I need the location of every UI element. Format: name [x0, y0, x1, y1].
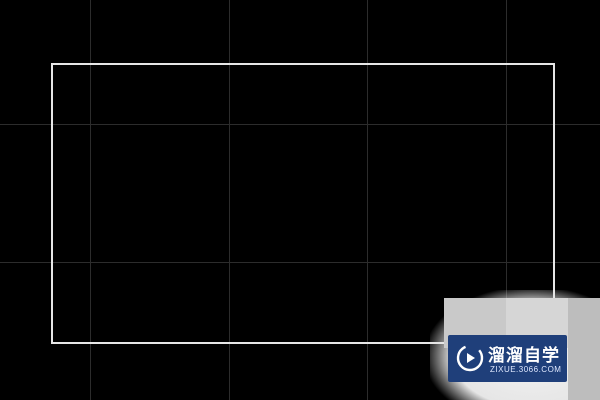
watermark-url: ZIXUE.3066.COM [490, 365, 562, 374]
watermark: 溜溜自学 ZIXUE.3066.COM [430, 290, 600, 400]
watermark-tile [568, 298, 600, 400]
cad-drawing-viewport[interactable]: 溜溜自学 ZIXUE.3066.COM [0, 0, 600, 400]
watermark-title: 溜溜自学 [488, 346, 560, 366]
play-logo-icon [456, 344, 484, 372]
watermark-badge: 溜溜自学 ZIXUE.3066.COM [448, 335, 567, 382]
